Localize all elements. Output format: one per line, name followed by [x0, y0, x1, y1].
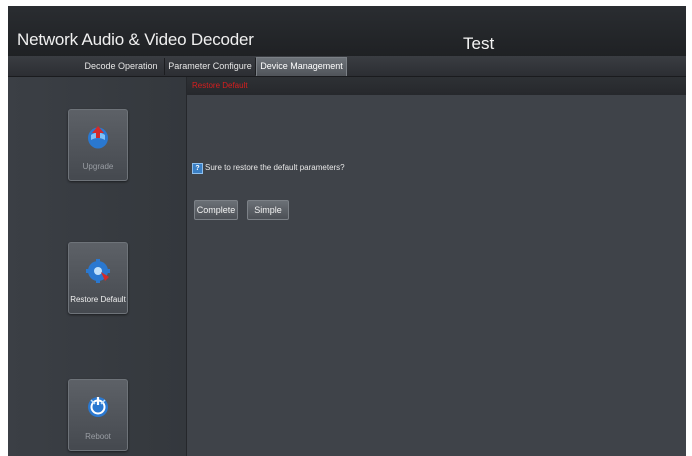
restore-default-icon — [86, 259, 110, 283]
app-title: Network Audio & Video Decoder — [17, 30, 254, 49]
main-panel: Restore Default ? Sure to restore the de… — [187, 77, 686, 456]
simple-button[interactable]: Simple — [247, 200, 289, 220]
tab-bar: Decode Operation Parameter Configure Dev… — [8, 56, 686, 77]
sidebar-item-restore-default[interactable]: Restore Default — [68, 242, 128, 314]
sidebar-item-reboot[interactable]: Reboot — [68, 379, 128, 451]
sidebar: Upgrade Restore Default Reboot — [8, 77, 187, 456]
upgrade-icon — [88, 126, 108, 149]
header: Network Audio & Video Decoder Test — [8, 6, 686, 56]
sidebar-item-upgrade[interactable]: Upgrade — [68, 109, 128, 181]
section-title: Restore Default — [192, 81, 248, 90]
question-icon: ? — [192, 163, 203, 174]
sidebar-item-label: Restore Default — [70, 295, 126, 304]
confirm-prompt: Sure to restore the default parameters? — [205, 163, 345, 172]
device-name: Test — [463, 34, 495, 53]
sidebar-item-label: Upgrade — [82, 162, 114, 171]
sidebar-item-label: Reboot — [85, 432, 111, 441]
tab-parameter-configure[interactable]: Parameter Configure — [165, 58, 256, 75]
tab-device-management[interactable]: Device Management — [256, 57, 347, 76]
complete-button[interactable]: Complete — [194, 200, 238, 220]
section-header: Restore Default — [187, 77, 686, 95]
app-window: Network Audio & Video Decoder Test Decod… — [8, 6, 686, 456]
reboot-icon — [88, 397, 108, 417]
tab-decode-operation[interactable]: Decode Operation — [78, 58, 165, 75]
